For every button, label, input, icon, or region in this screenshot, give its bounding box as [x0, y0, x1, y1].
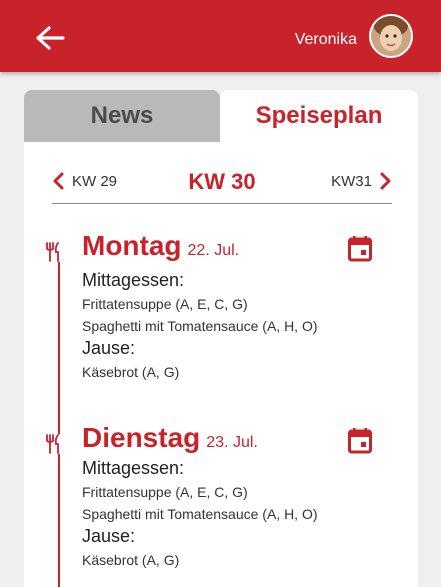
- lunch-item: Frittatensuppe (A, E, C, G): [82, 484, 248, 500]
- day-title: Montag 22. Jul.: [82, 230, 239, 262]
- previous-week-button[interactable]: KW 29: [52, 172, 117, 190]
- chevron-right-icon: [380, 172, 391, 190]
- week-navigation: KW 29 KW 30 KW31: [52, 168, 392, 204]
- calendar-icon[interactable]: [348, 236, 372, 262]
- app-screen: Veronika News Speiseplan KW 29 KW 30 KW3…: [0, 0, 441, 587]
- lunch-item: Spaghetti mit Tomatensauce (A, H, O): [82, 506, 318, 522]
- lunch-label: Mittagessen:: [82, 458, 185, 478]
- day-entry-montag: Montag 22. Jul. Mittagessen: Frittatensup…: [44, 230, 394, 398]
- snack-item: Käsebrot (A, G): [82, 552, 180, 568]
- day-title: Dienstag 23. Jul.: [82, 422, 258, 454]
- snack-label: Jause:: [82, 526, 136, 546]
- lunch-label: Mittagessen:: [82, 270, 185, 290]
- user-name: Veronika: [294, 31, 357, 48]
- tab-bar: News Speiseplan: [24, 90, 418, 142]
- snack-item: Käsebrot (A, G): [82, 364, 180, 380]
- lunch-item: Spaghetti mit Tomatensauce (A, H, O): [82, 318, 318, 334]
- previous-week-label: KW 29: [72, 172, 118, 190]
- calendar-icon[interactable]: [348, 428, 372, 454]
- tab-news[interactable]: News: [24, 90, 220, 142]
- day-entry-dienstag: Dienstag 23. Jul. Mittagessen: Frittatens…: [44, 422, 394, 587]
- day-name: Montag: [82, 230, 182, 261]
- menu-panel: KW 29 KW 30 KW31 Montag 22. Jul. Mittage…: [24, 142, 418, 587]
- day-name: Dienstag: [82, 422, 201, 453]
- avatar[interactable]: [369, 14, 413, 58]
- snack-label: Jause:: [82, 338, 136, 358]
- avatar-image: [371, 16, 411, 56]
- lunch-item: Frittatensuppe (A, E, C, G): [82, 296, 248, 312]
- next-week-button[interactable]: KW31: [331, 172, 392, 190]
- app-header: Veronika: [0, 0, 441, 72]
- cutlery-icon: [44, 434, 62, 454]
- cutlery-icon: [44, 242, 62, 262]
- next-week-label: KW31: [331, 172, 372, 190]
- day-date: 22. Jul.: [187, 242, 240, 259]
- back-button[interactable]: [30, 18, 70, 58]
- arrow-left-icon: [36, 26, 65, 50]
- tab-speiseplan[interactable]: Speiseplan: [220, 90, 418, 142]
- chevron-left-icon: [53, 172, 64, 190]
- day-date: 23. Jul.: [206, 434, 258, 451]
